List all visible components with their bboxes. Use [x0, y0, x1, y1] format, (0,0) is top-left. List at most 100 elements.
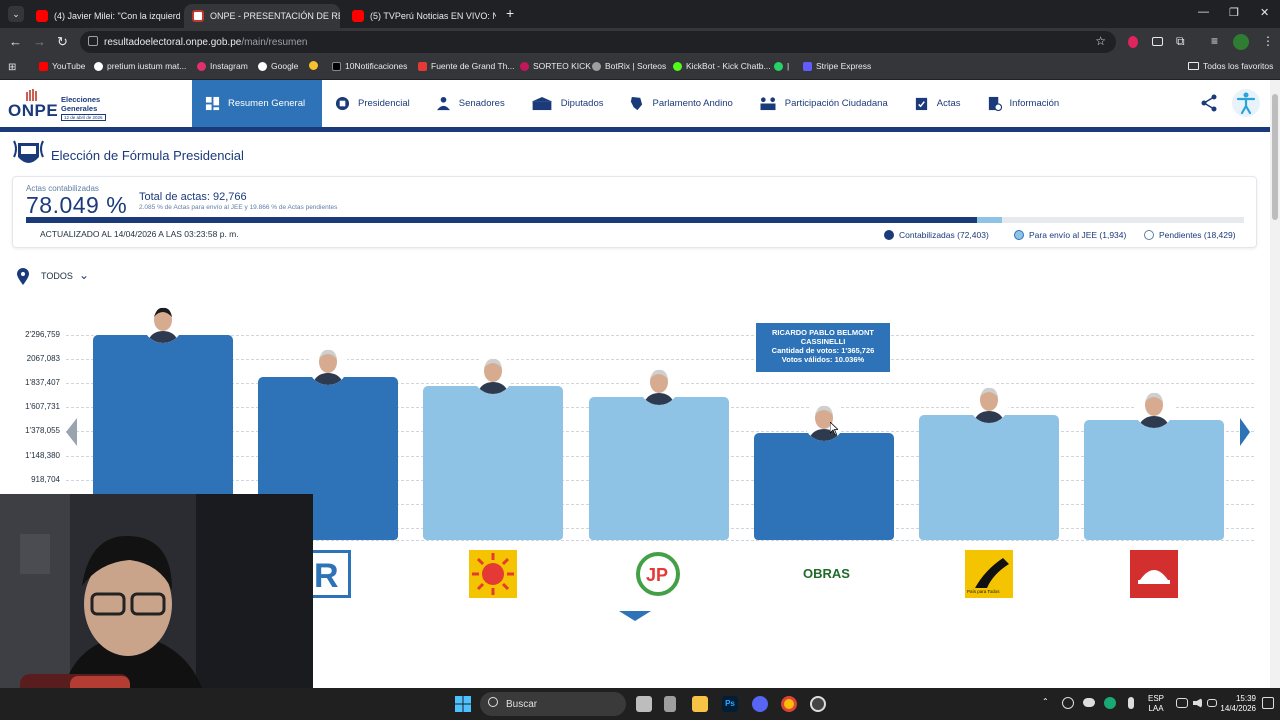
tab-label: (4) Javier Milei: "Con la izquierd: [54, 11, 180, 21]
y-tick-label: 918,704: [31, 474, 60, 484]
bookmark-instagram[interactable]: Instagram: [197, 61, 248, 71]
app-icon[interactable]: [664, 696, 676, 712]
candidate-photo[interactable]: [969, 383, 1009, 424]
nav-senadores[interactable]: Senadores: [423, 80, 518, 127]
share-icon[interactable]: [1200, 94, 1218, 112]
candidate-photo[interactable]: [638, 365, 679, 406]
notifications-icon[interactable]: [1262, 697, 1274, 709]
apps-grid-icon[interactable]: ⊞: [8, 62, 16, 73]
red-party-logo: [1130, 550, 1178, 598]
candidate-photo[interactable]: [1134, 387, 1175, 428]
site-info-icon[interactable]: [88, 36, 98, 46]
region-filter[interactable]: TODOS: [41, 271, 73, 281]
browser-menu-icon[interactable]: ⋮: [1262, 34, 1274, 48]
obras-text: OBRAS: [803, 566, 850, 581]
scrollbar-thumb[interactable]: [1272, 94, 1278, 220]
candidate-bar[interactable]: [1084, 419, 1225, 540]
bookmark-label: Stripe Express: [816, 61, 872, 71]
tab-label: ONPE - PRESENTACIÓN DE RES: [210, 11, 340, 21]
taskbar-search[interactable]: Buscar: [480, 692, 626, 716]
bookmark-sorteo-kick[interactable]: SORTEO KICK: [520, 61, 591, 71]
bookmark-10notificaciones[interactable]: 10Notificaciones: [332, 61, 407, 71]
reload-icon[interactable]: ↻: [57, 34, 68, 50]
nav-resumen-general[interactable]: Resumen General: [192, 80, 322, 127]
nav-diputados[interactable]: Diputados: [518, 80, 617, 127]
close-window-icon[interactable]: ✕: [1260, 6, 1269, 19]
reading-list-icon[interactable]: ≡: [1211, 34, 1218, 48]
app-badge-icon[interactable]: [810, 696, 826, 712]
new-tab-icon[interactable]: +: [506, 5, 514, 21]
file-explorer-icon[interactable]: [692, 696, 708, 712]
browser-tab-2[interactable]: ONPE - PRESENTACIÓN DE RES ✕: [184, 4, 340, 28]
chrome-icon[interactable]: [781, 696, 797, 712]
tray-app-icon[interactable]: [1104, 697, 1116, 709]
minimize-icon[interactable]: —: [1198, 6, 1209, 18]
bookmark-misc[interactable]: [309, 61, 318, 70]
back-icon[interactable]: ←: [9, 34, 22, 49]
bookmark-whatsapp[interactable]: |: [774, 61, 789, 71]
nav-actas[interactable]: Actas: [901, 80, 974, 127]
bookmark-label: |: [787, 61, 790, 71]
chart-prev-arrow-icon[interactable]: [66, 418, 77, 446]
candidate-tooltip: RICARDO PABLO BELMONT CASSINELLI Cantida…: [756, 323, 890, 372]
botrix-icon: [592, 61, 601, 71]
photoshop-icon[interactable]: Ps: [722, 696, 738, 712]
discord-icon[interactable]: [752, 696, 768, 712]
candidate-photo[interactable]: [473, 353, 514, 394]
candidate-photo[interactable]: [143, 303, 183, 344]
profile-avatar[interactable]: [1233, 34, 1249, 50]
nav-parlamento-andino[interactable]: Parlamento Andino: [616, 80, 745, 127]
windows-start-icon[interactable]: [455, 696, 471, 712]
clock[interactable]: 15:39 14/4/2026: [1210, 694, 1256, 714]
bookmark-star-icon[interactable]: ☆: [1095, 34, 1106, 48]
header-divider: [0, 127, 1270, 132]
tab-label: (5) TVPerú Noticias EN VIVO: N: [370, 11, 496, 21]
task-view-icon[interactable]: [636, 696, 652, 712]
bookmark-pretium[interactable]: pretium iustum mat...: [94, 61, 186, 71]
volume-icon[interactable]: [1193, 698, 1202, 708]
bookmark-label: BotRix | Sorteos: [605, 61, 667, 71]
y-tick-label: 1'837,407: [25, 377, 60, 387]
all-bookmarks[interactable]: Todos los favoritos: [1188, 61, 1273, 71]
page-scrollbar[interactable]: [1270, 80, 1280, 688]
bookmark-google[interactable]: Google: [258, 61, 298, 71]
nav-participacion-ciudadana[interactable]: Participación Ciudadana: [746, 80, 901, 127]
tray-expand-icon[interactable]: ⌃: [1042, 697, 1049, 707]
bookmark-label: KickBot - Kick Chatb...: [686, 61, 771, 71]
legend-swatch: [1144, 230, 1154, 240]
browser-tab-3[interactable]: (5) TVPerú Noticias EN VIVO: N ✕: [344, 4, 496, 28]
extensions-puzzle-icon[interactable]: ⧉: [1176, 34, 1185, 49]
tray-sync-icon[interactable]: [1062, 697, 1074, 709]
y-tick-label: 1'148,380: [25, 450, 60, 460]
nav-informacion[interactable]: Información: [974, 80, 1073, 127]
extension-red-icon[interactable]: [1128, 36, 1138, 48]
language-indicator[interactable]: ESP LAA: [1148, 694, 1164, 714]
browser-tab-1[interactable]: (4) Javier Milei: "Con la izquierd ✕: [28, 4, 180, 28]
candidate-bar[interactable]: [423, 385, 564, 540]
microphone-icon[interactable]: [1128, 697, 1134, 709]
bookmark-stripe[interactable]: Stripe Express: [803, 61, 871, 71]
candidate-bar[interactable]: [753, 432, 894, 540]
chart-next-arrow-icon[interactable]: [1240, 418, 1250, 446]
bookmark-kickbot[interactable]: KickBot - Kick Chatb...: [673, 61, 771, 71]
accessibility-icon[interactable]: [1232, 89, 1260, 117]
nav-label: Presidencial: [358, 98, 410, 109]
restore-icon[interactable]: ❐: [1229, 6, 1239, 19]
candidate-bar[interactable]: [919, 415, 1059, 540]
tray-cloud-icon[interactable]: [1083, 698, 1095, 707]
chevron-down-icon[interactable]: ⌄: [79, 268, 89, 282]
bookmark-fuente[interactable]: Fuente de Grand Th...: [418, 61, 514, 71]
x-icon: [332, 61, 341, 71]
network-icon[interactable]: [1176, 698, 1188, 708]
bookmark-youtube[interactable]: YouTube: [39, 61, 85, 71]
url-input[interactable]: resultadoelectoral.onpe.gob.pe/main/resu…: [80, 31, 1116, 53]
expand-caret-icon[interactable]: [619, 611, 651, 621]
candidate-bar[interactable]: [588, 397, 729, 540]
forward-icon[interactable]: →: [33, 34, 46, 49]
nav-presidencial[interactable]: Presidencial: [322, 80, 423, 127]
extension-card-icon[interactable]: [1152, 37, 1163, 46]
onpe-logo[interactable]: ONPE Elecciones Generales 12 de abril de…: [8, 88, 118, 121]
bookmark-botrix[interactable]: BotRix | Sorteos: [592, 61, 666, 71]
browser-tabbar: ⌄ (4) Javier Milei: "Con la izquierd ✕ O…: [0, 0, 1280, 28]
tab-search-chevron-icon[interactable]: ⌄: [8, 6, 24, 22]
